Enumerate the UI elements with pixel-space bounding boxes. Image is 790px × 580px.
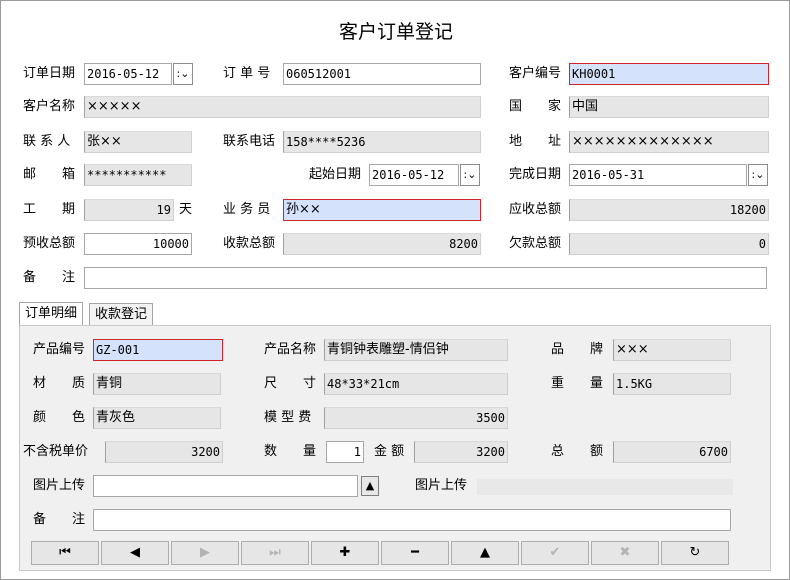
tab-payment-registration[interactable]: 收款登记 <box>89 303 154 325</box>
image-upload-field[interactable] <box>93 475 358 497</box>
salesman-field[interactable]: 孙×× <box>283 199 481 221</box>
material-label: 材 质 <box>33 376 86 391</box>
owed-field[interactable]: 0 <box>569 233 769 255</box>
product-name-field[interactable]: 青铜钟表雕塑-情侣钟 <box>324 339 508 361</box>
remark-label: 备 注 <box>23 270 76 285</box>
detail-remark-field[interactable] <box>93 509 731 531</box>
refresh-button[interactable]: ↻ <box>661 541 729 565</box>
confirm-button[interactable]: ✔ <box>521 541 589 565</box>
mold-fee-field[interactable]: 3500 <box>324 407 508 429</box>
order-number-field[interactable]: 060512001 <box>283 63 481 85</box>
receivable-label: 应收总额 <box>509 202 562 217</box>
contact-field[interactable]: 张×× <box>84 131 192 153</box>
first-record-button[interactable]: ⏮ <box>31 541 99 565</box>
customer-name-label: 客户名称 <box>23 99 76 114</box>
image-upload-preview-label: 图片上传 <box>415 478 468 493</box>
amount-label: 金 额 <box>374 444 405 459</box>
detail-remark-label: 备 注 <box>33 512 86 527</box>
delete-record-button[interactable]: ━ <box>381 541 449 565</box>
image-preview-area <box>477 479 733 495</box>
image-upload-label: 图片上传 <box>33 478 86 493</box>
material-field[interactable]: 青铜 <box>93 373 221 395</box>
unit-price-label: 不含税单价 <box>23 444 89 459</box>
remark-field[interactable] <box>84 267 767 289</box>
start-date-label: 起始日期 <box>309 167 362 182</box>
tab-order-detail[interactable]: 订单明细 <box>19 302 84 326</box>
received-label: 收款总额 <box>223 236 276 251</box>
quantity-field[interactable]: 1 <box>326 441 364 463</box>
brand-label: 品 牌 <box>551 342 604 357</box>
period-field[interactable]: 19 <box>84 199 174 221</box>
country-field[interactable]: 中国 <box>569 96 769 118</box>
size-label: 尺 寸 <box>264 376 317 391</box>
prepaid-field[interactable]: 10000 <box>84 233 192 255</box>
order-number-label: 订 单 号 <box>223 66 271 81</box>
last-record-button[interactable]: ⏭ <box>241 541 309 565</box>
start-date-field[interactable]: 2016-05-12 <box>369 164 459 186</box>
period-label: 工 期 <box>23 202 76 217</box>
finish-date-dropdown-icon[interactable]: :⌄ <box>748 164 768 186</box>
product-id-field[interactable]: GZ-001 <box>93 339 223 361</box>
start-date-dropdown-icon[interactable]: :⌄ <box>460 164 480 186</box>
total-field[interactable]: 6700 <box>613 441 731 463</box>
customer-id-field[interactable]: KH0001 <box>569 63 769 85</box>
customer-id-label: 客户编号 <box>509 66 562 81</box>
contact-label: 联 系 人 <box>23 134 71 149</box>
product-name-label: 产品名称 <box>264 342 317 357</box>
total-label: 总 额 <box>551 444 604 459</box>
phone-field[interactable]: 158****5236 <box>283 131 481 153</box>
weight-label: 重 量 <box>551 376 604 391</box>
cancel-button[interactable]: ✖ <box>591 541 659 565</box>
size-field[interactable]: 48*33*21cm <box>324 373 508 395</box>
amount-field[interactable]: 3200 <box>414 441 508 463</box>
color-label: 颜 色 <box>33 410 86 425</box>
address-field[interactable]: ××××××××××××× <box>569 131 769 153</box>
country-label: 国 家 <box>509 99 562 114</box>
order-date-field[interactable]: 2016-05-12 <box>84 63 172 85</box>
period-unit-label: 天 <box>179 202 193 217</box>
edit-record-button[interactable]: ▲ <box>451 541 519 565</box>
phone-label: 联系电话 <box>223 134 276 149</box>
owed-label: 欠款总额 <box>509 236 562 251</box>
receivable-field[interactable]: 18200 <box>569 199 769 221</box>
next-record-button[interactable]: ▶ <box>171 541 239 565</box>
mold-fee-label: 模 型 费 <box>264 410 312 425</box>
weight-field[interactable]: 1.5KG <box>613 373 731 395</box>
page-title: 客户订单登记 <box>338 21 453 43</box>
order-date-dropdown-icon[interactable]: :⌄ <box>173 63 193 85</box>
unit-price-field[interactable]: 3200 <box>105 441 223 463</box>
email-label: 邮 箱 <box>23 167 76 182</box>
address-label: 地 址 <box>509 134 562 149</box>
add-record-button[interactable]: ✚ <box>311 541 379 565</box>
finish-date-label: 完成日期 <box>509 167 562 182</box>
order-date-label: 订单日期 <box>23 66 76 81</box>
received-field[interactable]: 8200 <box>283 233 481 255</box>
prepaid-label: 预收总额 <box>23 236 76 251</box>
upload-icon[interactable]: ▲ <box>361 476 379 496</box>
salesman-label: 业 务 员 <box>223 202 271 217</box>
customer-name-field[interactable]: ××××× <box>84 96 481 118</box>
quantity-label: 数 量 <box>264 444 317 459</box>
prev-record-button[interactable]: ◀ <box>101 541 169 565</box>
color-field[interactable]: 青灰色 <box>93 407 221 429</box>
product-id-label: 产品编号 <box>33 342 86 357</box>
email-field[interactable]: *********** <box>84 164 192 186</box>
finish-date-field[interactable]: 2016-05-31 <box>569 164 747 186</box>
order-registration-window: 客户订单登记 订单日期 2016-05-12 :⌄ 订 单 号 06051200… <box>0 0 790 580</box>
brand-field[interactable]: ××× <box>613 339 731 361</box>
